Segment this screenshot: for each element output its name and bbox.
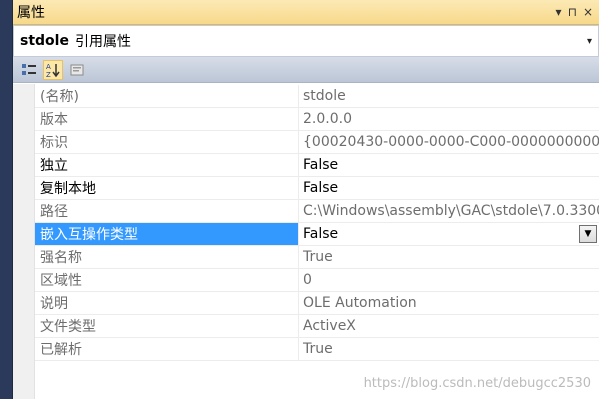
grid-gutter — [13, 84, 35, 399]
property-label: 独立 — [35, 154, 299, 176]
object-type: 引用属性 — [74, 34, 131, 50]
property-label: 文件类型 — [35, 315, 299, 337]
property-row-file-type[interactable]: 文件类型 ActiveX — [35, 315, 599, 338]
pin-icon[interactable]: ⊓ — [568, 6, 577, 18]
close-icon[interactable]: × — [583, 6, 593, 18]
sort-alpha-icon: A Z — [46, 63, 60, 78]
property-row-embed-interop-types[interactable]: 嵌入互操作类型 False ▼ — [35, 223, 599, 246]
svg-text:A: A — [46, 63, 51, 71]
property-pages-button[interactable] — [67, 60, 87, 80]
property-label: 说明 — [35, 292, 299, 314]
property-row-name[interactable]: (名称) stdole — [35, 85, 599, 108]
property-value: C:\Windows\assembly\GAC\stdole\7.0.3300.… — [303, 203, 599, 219]
chevron-down-icon[interactable]: ▾ — [587, 36, 598, 47]
property-value[interactable]: False — [299, 223, 599, 245]
property-label: 区域性 — [35, 269, 299, 291]
property-label: 版本 — [35, 108, 299, 130]
property-row-specific-version[interactable]: 独立 False — [35, 154, 599, 177]
categorized-view-button[interactable] — [19, 60, 39, 80]
value-dropdown-button[interactable]: ▼ — [579, 225, 597, 243]
property-value: 0 — [303, 272, 312, 288]
property-row-resolved[interactable]: 已解析 True — [35, 338, 599, 361]
property-label: 已解析 — [35, 338, 299, 360]
alphabetical-view-button[interactable]: A Z — [43, 59, 63, 80]
left-dock-strip — [0, 0, 13, 399]
chevron-down-icon: ▼ — [584, 229, 592, 239]
property-value: True — [303, 249, 333, 265]
property-value: OLE Automation — [303, 295, 417, 311]
property-toolbar: A Z — [13, 57, 599, 83]
object-selector[interactable]: stdole 引用属性 ▾ — [13, 25, 599, 57]
property-row-description[interactable]: 说明 OLE Automation — [35, 292, 599, 315]
property-value: 2.0.0.0 — [303, 111, 352, 127]
property-value: stdole — [303, 88, 346, 104]
categorized-icon — [22, 63, 36, 75]
property-row-path[interactable]: 路径 C:\Windows\assembly\GAC\stdole\7.0.33… — [35, 200, 599, 223]
panel-menu-icon[interactable]: ▾ — [556, 6, 562, 18]
property-label: 路径 — [35, 200, 299, 222]
property-value: ActiveX — [303, 318, 356, 334]
property-label: 复制本地 — [35, 177, 299, 199]
property-row-culture[interactable]: 区域性 0 — [35, 269, 599, 292]
property-grid: (名称) stdole 版本 2.0.0.0 标识 {00020430-0000… — [13, 84, 599, 399]
property-value: True — [303, 341, 333, 357]
property-row-identity[interactable]: 标识 {00020430-0000-0000-C000-000000000046… — [35, 131, 599, 154]
property-pages-icon — [70, 64, 84, 75]
property-row-copy-local[interactable]: 复制本地 False — [35, 177, 599, 200]
property-value: {00020430-0000-0000-C000-000000000046} — [303, 134, 599, 150]
panel-titlebar: 属性 ▾ ⊓ × — [13, 0, 599, 25]
property-label: 强名称 — [35, 246, 299, 268]
property-row-version[interactable]: 版本 2.0.0.0 — [35, 108, 599, 131]
property-label: 嵌入互操作类型 — [35, 223, 299, 245]
panel-title-actions: ▾ ⊓ × — [556, 6, 599, 18]
svg-text:Z: Z — [46, 71, 51, 78]
property-row-strong-name[interactable]: 强名称 True — [35, 246, 599, 269]
property-value[interactable]: False — [299, 154, 599, 176]
watermark: https://blog.csdn.net/debugcc2530 — [363, 376, 591, 391]
property-label: 标识 — [35, 131, 299, 153]
property-value[interactable]: False — [299, 177, 599, 199]
panel-title: 属性 — [17, 5, 45, 21]
object-name: stdole — [20, 33, 69, 49]
property-label: (名称) — [35, 85, 299, 107]
